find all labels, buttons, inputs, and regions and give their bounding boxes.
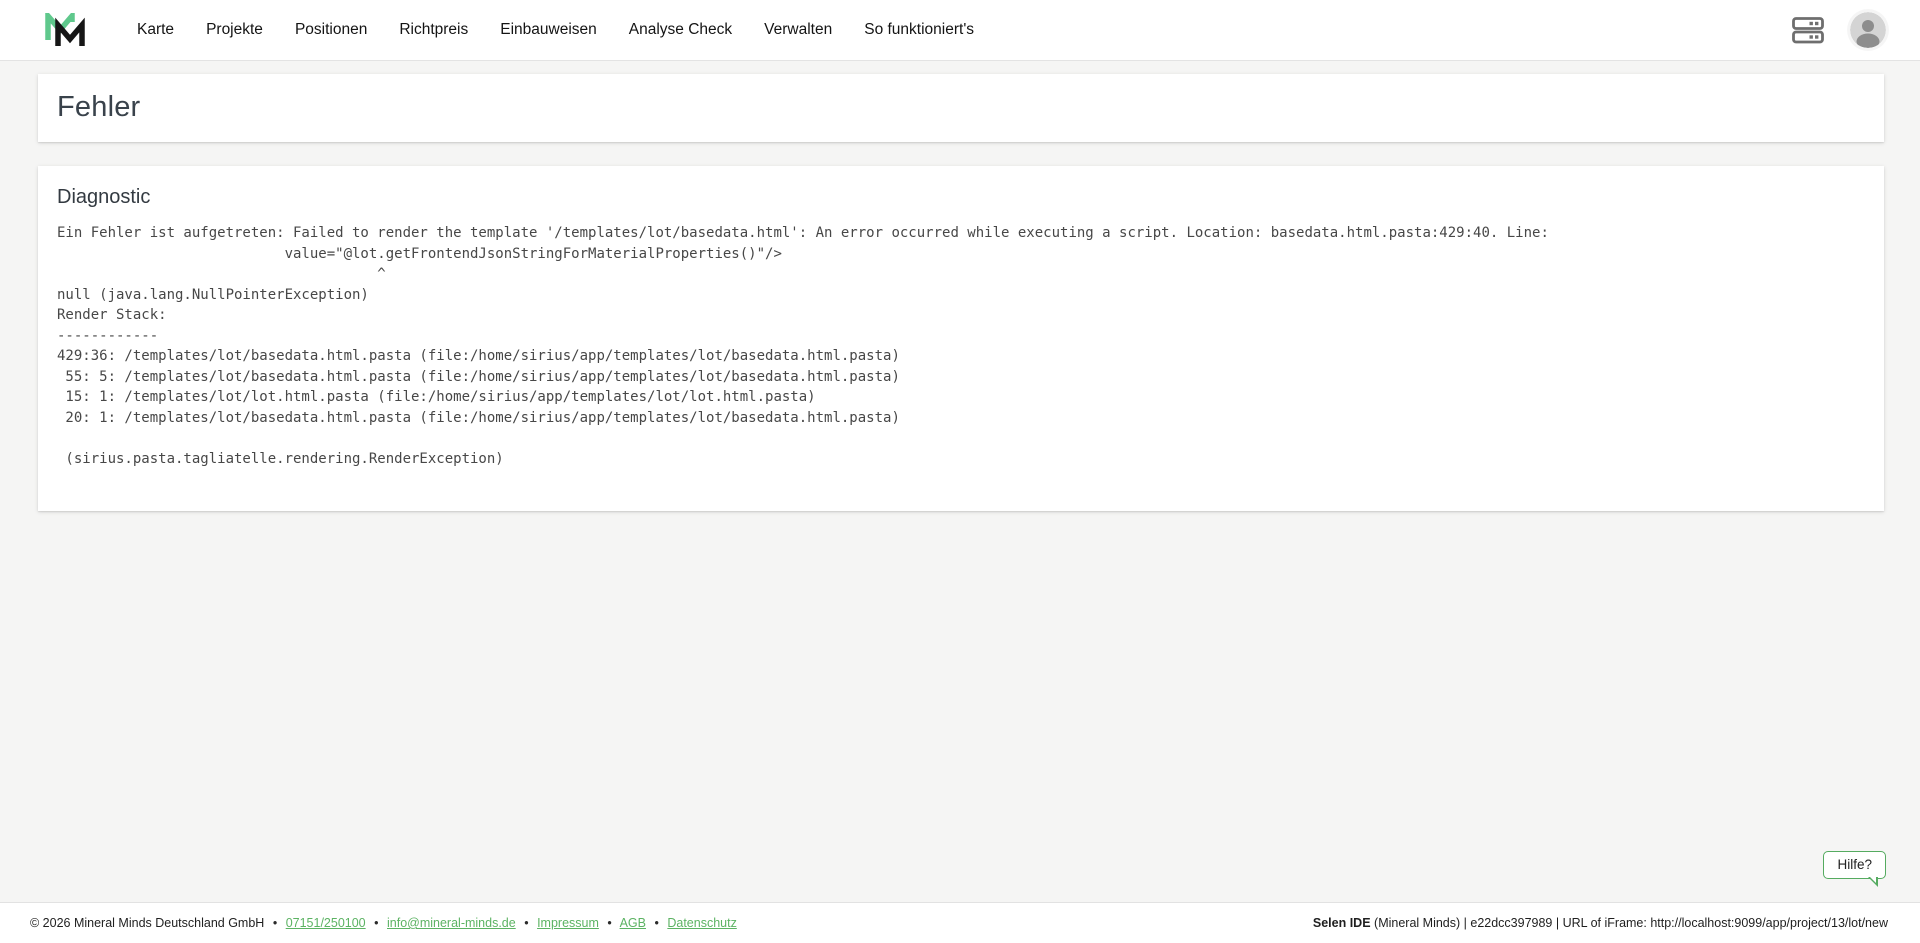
user-avatar-icon[interactable] — [1850, 12, 1886, 48]
main-nav: Karte Projekte Positionen Richtpreis Ein… — [137, 21, 990, 39]
diagnostic-card: Diagnostic Ein Fehler ist aufgetreten: F… — [38, 166, 1884, 511]
footer-left: © 2026 Mineral Minds Deutschland GmbH • … — [30, 916, 737, 930]
footer-separator: • — [524, 916, 528, 930]
server-icon[interactable] — [1792, 17, 1824, 44]
footer: © 2026 Mineral Minds Deutschland GmbH • … — [0, 902, 1920, 943]
footer-separator: • — [654, 916, 658, 930]
main-content: Fehler Diagnostic Ein Fehler ist aufgetr… — [0, 61, 1920, 902]
help-button-label: Hilfe? — [1837, 857, 1872, 872]
help-button[interactable]: Hilfe? — [1823, 851, 1886, 879]
footer-link-datenschutz[interactable]: Datenschutz — [667, 916, 736, 930]
page-title: Fehler — [57, 91, 1865, 124]
nav-item-projekte[interactable]: Projekte — [190, 21, 279, 39]
footer-link-email[interactable]: info@mineral-minds.de — [387, 916, 516, 930]
nav-item-einbauweisen[interactable]: Einbauweisen — [484, 21, 613, 39]
ide-info: (Mineral Minds) | e22dcc397989 | URL of … — [1374, 916, 1888, 930]
mineral-minds-logo-icon[interactable] — [45, 13, 89, 47]
footer-link-phone[interactable]: 07151/250100 — [286, 916, 366, 930]
nav-item-karte[interactable]: Karte — [137, 21, 190, 39]
top-navbar: Karte Projekte Positionen Richtpreis Ein… — [0, 0, 1920, 61]
nav-item-positionen[interactable]: Positionen — [279, 21, 383, 39]
error-stacktrace: Ein Fehler ist aufgetreten: Failed to re… — [57, 223, 1865, 469]
footer-link-impressum[interactable]: Impressum — [537, 916, 599, 930]
navbar-right-icons — [1792, 12, 1886, 48]
nav-item-so-funktionierts[interactable]: So funktioniert's — [848, 21, 990, 39]
footer-separator: • — [273, 916, 277, 930]
footer-separator: • — [374, 916, 378, 930]
nav-item-richtpreis[interactable]: Richtpreis — [383, 21, 484, 39]
ide-name: Selen IDE — [1313, 916, 1371, 930]
footer-separator: • — [607, 916, 611, 930]
footer-right: Selen IDE (Mineral Minds) | e22dcc397989… — [1313, 916, 1888, 930]
error-title-card: Fehler — [38, 74, 1884, 142]
nav-item-verwalten[interactable]: Verwalten — [748, 21, 848, 39]
footer-link-agb[interactable]: AGB — [620, 916, 646, 930]
diagnostic-heading: Diagnostic — [57, 186, 1865, 209]
nav-item-analyse-check[interactable]: Analyse Check — [613, 21, 748, 39]
copyright-text: © 2026 Mineral Minds Deutschland GmbH — [30, 916, 264, 930]
